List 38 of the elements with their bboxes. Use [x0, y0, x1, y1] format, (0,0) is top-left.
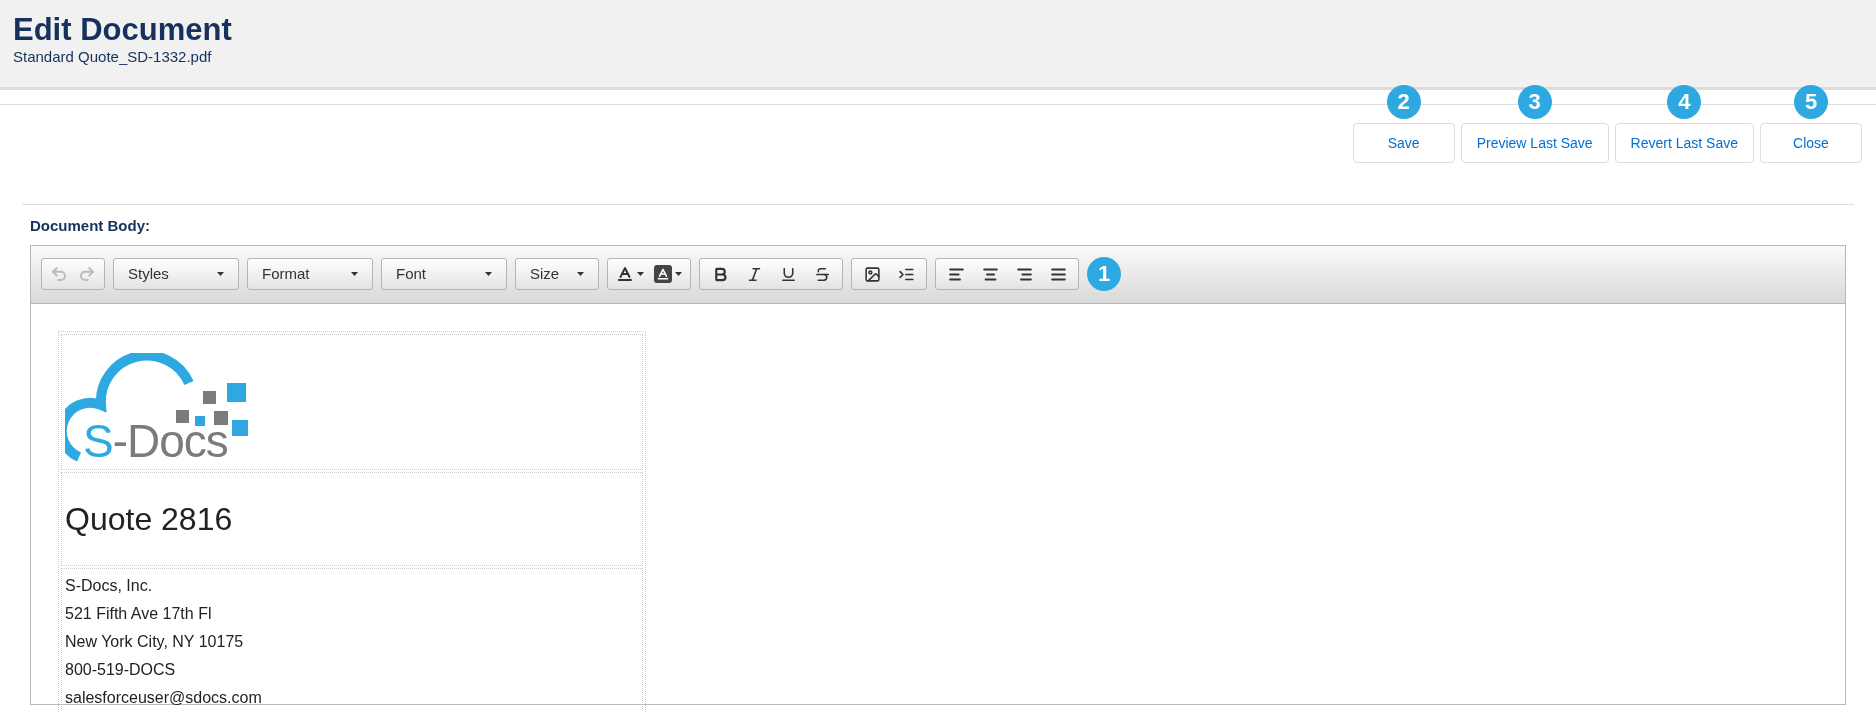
highlight-letter-icon: [656, 267, 670, 281]
caret-icon: [675, 272, 682, 276]
address-line: 521 Fifth Ave 17th Fl: [65, 603, 213, 624]
caret-icon: [485, 272, 492, 276]
number-badge: 5: [1794, 85, 1828, 119]
number-badge: 3: [1517, 85, 1552, 119]
toolbar-dropdown[interactable]: Size: [515, 258, 599, 290]
toolbar-dropdown[interactable]: Format: [247, 258, 373, 290]
section-label: Document Body:: [30, 216, 151, 236]
toolbar-dropdown[interactable]: Styles: [113, 258, 239, 290]
number-badge: 2: [1386, 85, 1421, 119]
number-badge: 1: [1087, 257, 1121, 291]
address-line: New York City, NY 10175: [65, 631, 245, 652]
insert-image-icon: [863, 265, 881, 283]
text-color-icon: [616, 265, 634, 283]
redo-icon: [78, 265, 96, 283]
action-button[interactable]: Save: [1352, 123, 1455, 163]
strikethrough-icon: [813, 265, 831, 283]
document-filename: Standard Quote_SD-1332.pdf: [13, 48, 213, 66]
caret-icon: [637, 272, 644, 276]
background-color-button[interactable]: [654, 265, 682, 283]
action-button[interactable]: Revert Last Save: [1614, 123, 1754, 163]
action-button[interactable]: Close: [1760, 123, 1862, 163]
address-line: 800-519-DOCS: [65, 659, 177, 680]
text-color-button[interactable]: [616, 265, 644, 283]
page-title: Edit Document: [13, 12, 233, 48]
caret-icon: [577, 272, 584, 276]
caret-icon: [217, 272, 224, 276]
address-line: S-Docs, Inc.: [65, 575, 154, 596]
underline-icon: [779, 265, 797, 283]
caret-icon: [351, 272, 358, 276]
undo-icon: [50, 265, 68, 283]
company-logo: S-Docs: [65, 352, 255, 463]
quote-heading: Quote 2816: [65, 499, 233, 539]
address-line: salesforceuser@sdocs.com: [65, 687, 263, 708]
action-button[interactable]: Preview Last Save: [1460, 123, 1609, 163]
toolbar-dropdown[interactable]: Font: [381, 258, 507, 290]
number-badge: 4: [1667, 85, 1702, 119]
